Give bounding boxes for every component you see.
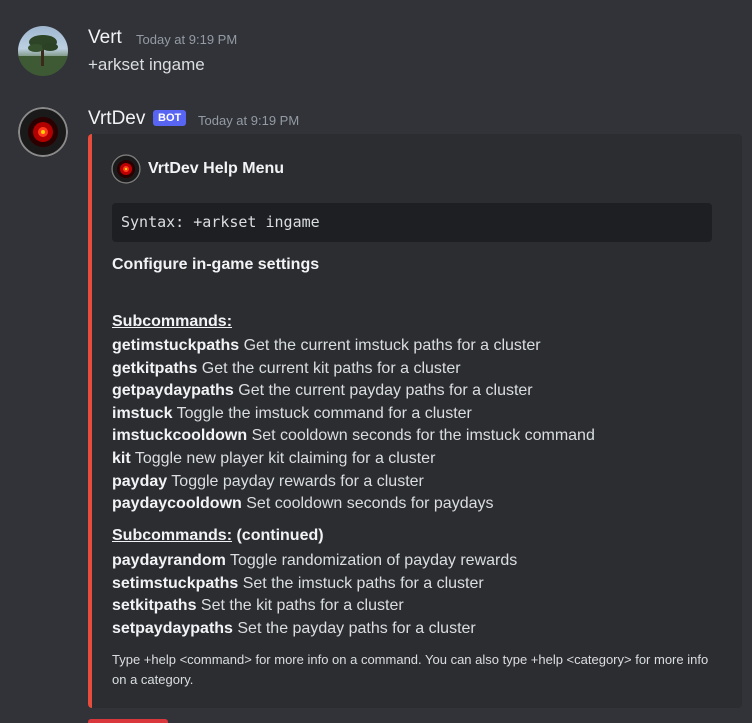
- subcommand-description: Toggle new player kit claiming for a clu…: [130, 450, 436, 467]
- subcommand-description: Get the current imstuck paths for a clus…: [239, 337, 541, 354]
- subcommand-description: Toggle payday rewards for a cluster: [167, 472, 424, 490]
- continued-label: (continued): [236, 527, 324, 544]
- bot-avatar[interactable]: [18, 107, 68, 157]
- subcommand-item: getkitpaths Get the current kit paths fo…: [112, 360, 461, 378]
- bot-badge: BOT: [153, 110, 187, 126]
- message-timestamp: Today at 9:19 PM: [198, 113, 300, 128]
- subcommands-continued-heading: Subcommands: (continued): [112, 527, 324, 545]
- author-name[interactable]: VrtDev: [88, 108, 145, 130]
- subcommand-name: setimstuckpaths: [112, 574, 239, 592]
- subcommand-item: getpaydaypaths Get the current payday pa…: [112, 382, 533, 400]
- next-embed-edge: [88, 719, 168, 723]
- subcommand-name: setkitpaths: [112, 597, 197, 615]
- subcommand-name: getpaydaypaths: [112, 382, 234, 400]
- subcommand-description: Get the current kit paths for a cluster: [197, 359, 461, 377]
- syntax-codeblock: Syntax: +arkset ingame: [112, 203, 712, 242]
- subcommand-name: paydaycooldown: [112, 495, 242, 513]
- subcommands-heading: Subcommands:: [112, 313, 233, 330]
- subcommand-item: setimstuckpaths Set the imstuck paths fo…: [112, 575, 484, 593]
- subcommand-item: getimstuckpaths Get the current imstuck …: [112, 337, 541, 355]
- subcommand-description: Toggle randomization of payday rewards: [225, 552, 518, 569]
- subcommand-description: Set the kit paths for a cluster: [196, 597, 404, 615]
- subcommand-name: setpaydaypaths: [112, 619, 233, 637]
- subcommand-item: imstuck Toggle the imstuck command for a…: [112, 405, 472, 423]
- embed-footer: Type +help <command> for more info on a …: [112, 652, 709, 687]
- subcommand-name: getkitpaths: [112, 359, 198, 377]
- help-embed: VrtDev Help Menu Syntax: +arkset ingame …: [88, 134, 742, 708]
- subcommand-name: imstuckcooldown: [112, 427, 248, 445]
- subcommand-description: Set the payday paths for a cluster: [232, 619, 476, 637]
- author-name[interactable]: Vert: [88, 27, 122, 49]
- subcommand-item: paydayrandom Toggle randomization of pay…: [112, 552, 517, 570]
- subcommand-item: setpaydaypaths Set the payday paths for …: [112, 620, 476, 638]
- embed-description: Configure in-game settings: [112, 256, 320, 273]
- subcommand-description: Get the current payday paths for a clust…: [233, 382, 533, 400]
- embed-title: VrtDev Help Menu: [148, 160, 285, 177]
- subcommand-description: Toggle the imstuck command for a cluster: [172, 404, 472, 422]
- message-timestamp: Today at 9:19 PM: [136, 32, 238, 47]
- embed-author-icon: [111, 154, 141, 184]
- subcommand-description: Set the imstuck paths for a cluster: [238, 574, 484, 592]
- subcommand-item: kit Toggle new player kit claiming for a…: [112, 450, 435, 468]
- subcommands-heading-label: Subcommands:: [112, 527, 233, 544]
- subcommand-item: payday Toggle payday rewards for a clust…: [112, 473, 424, 491]
- message-content: +arkset ingame: [88, 55, 205, 74]
- user-avatar[interactable]: [18, 26, 68, 76]
- subcommand-name: getimstuckpaths: [112, 337, 240, 354]
- subcommand-description: Set cooldown seconds for the imstuck com…: [247, 427, 595, 445]
- subcommand-name: kit: [112, 450, 131, 467]
- subcommand-item: paydaycooldown Set cooldown seconds for …: [112, 495, 494, 513]
- subcommand-name: paydayrandom: [112, 552, 226, 569]
- subcommand-item: imstuckcooldown Set cooldown seconds for…: [112, 427, 595, 445]
- subcommand-name: imstuck: [112, 404, 173, 422]
- subcommand-name: payday: [112, 472, 168, 490]
- subcommand-item: setkitpaths Set the kit paths for a clus…: [112, 597, 404, 615]
- subcommand-description: Set cooldown seconds for paydays: [241, 495, 494, 513]
